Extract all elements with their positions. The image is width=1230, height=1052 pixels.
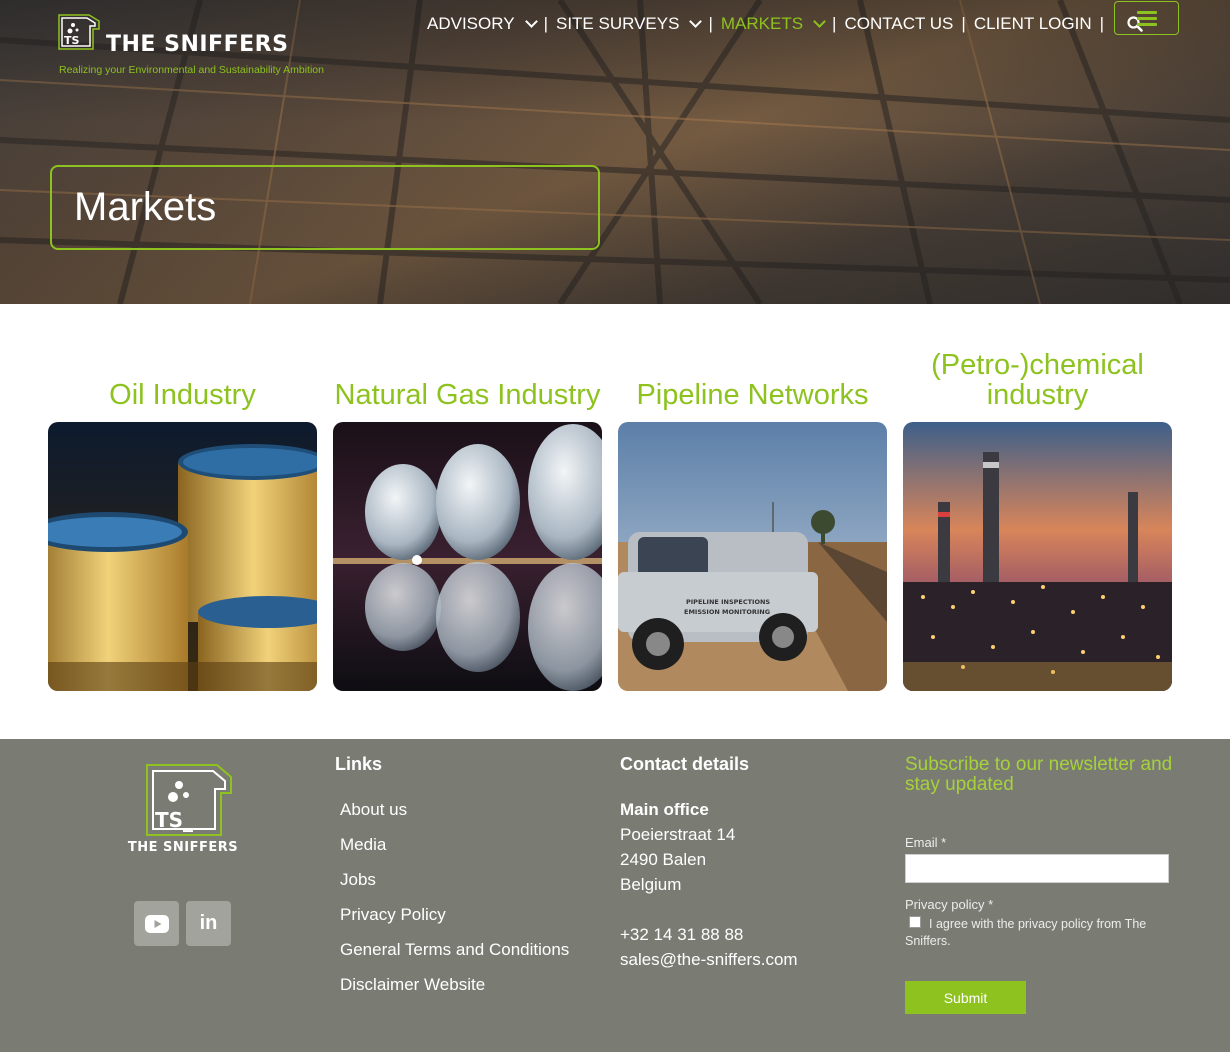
nav-separator: |: [708, 14, 713, 33]
footer-brand-name: THE SNIFFERS: [127, 840, 239, 855]
nav-label-client-login: CLIENT LOGIN: [973, 14, 1092, 33]
newsletter-title: Subscribe to our newsletter and stay upd…: [905, 754, 1173, 795]
site-logo[interactable]: TS_ THE SNIFFERS Realizing your Environm…: [56, 12, 336, 76]
contact-spacer: [620, 897, 798, 922]
nav-separator: |: [832, 14, 837, 33]
privacy-checkbox[interactable]: [909, 916, 921, 928]
office-country: Belgium: [620, 875, 682, 894]
linkedin-button[interactable]: in: [186, 901, 231, 946]
nav-separator: |: [543, 14, 548, 33]
footer: TS_ THE SNIFFERS in Links About us Media…: [0, 739, 1230, 1052]
email-label: Email *: [905, 835, 947, 850]
logo-badge-icon: TS_: [58, 14, 100, 50]
linkedin-icon: in: [199, 912, 218, 934]
office-city: 2490 Balen: [620, 850, 707, 869]
logo-badge-text: TS_: [64, 34, 85, 47]
footer-link-about-us[interactable]: About us: [340, 800, 569, 835]
footer-link-privacy-policy[interactable]: Privacy Policy: [340, 905, 569, 940]
footer-link-disclaimer[interactable]: Disclaimer Website: [340, 975, 569, 1010]
contact-phone[interactable]: +32 14 31 88 88: [620, 922, 798, 947]
nav-item-advisory[interactable]: ADVISORY: [427, 14, 538, 34]
nav-label-advisory: ADVISORY: [427, 14, 515, 33]
nav-label-contact-us: CONTACT US: [844, 14, 954, 33]
footer-link-terms[interactable]: General Terms and Conditions: [340, 940, 569, 975]
chevron-down-icon: [689, 15, 703, 28]
contact-details: Main office Poeierstraat 14 2490 Balen B…: [620, 797, 798, 972]
youtube-icon: [144, 914, 169, 933]
nav-item-client-login[interactable]: CLIENT LOGIN: [974, 14, 1092, 34]
market-card-pipeline[interactable]: Pipeline Networks PIPELINE INSPECTIONS E…: [618, 340, 887, 692]
market-image-oil[interactable]: [48, 422, 317, 691]
email-field[interactable]: [905, 854, 1169, 883]
market-title[interactable]: Oil Industry: [48, 340, 317, 410]
brand-tagline: Realizing your Environmental and Sustain…: [59, 64, 324, 76]
truck-text-line1: PIPELINE INSPECTIONS: [686, 598, 770, 606]
nav-separator: |: [961, 14, 966, 33]
market-card-natural-gas[interactable]: Natural Gas Industry: [333, 340, 602, 692]
footer-logo[interactable]: TS_ THE SNIFFERS: [113, 763, 253, 858]
footer-logo-badge-icon: TS_: [146, 764, 232, 836]
page-title: Markets: [74, 185, 217, 229]
hamburger-icon-bar: [1136, 16, 1157, 20]
truck-text-line2: EMISSION MONITORING: [684, 608, 770, 616]
nav-label-markets: MARKETS: [720, 14, 804, 33]
hamburger-icon-bar: [1136, 10, 1157, 14]
chevron-down-icon: [813, 15, 826, 28]
footer-link-media[interactable]: Media: [340, 835, 569, 870]
contact-email[interactable]: sales@the-sniffers.com: [620, 947, 798, 972]
brand-name: THE SNIFFERS: [106, 32, 289, 57]
footer-link-jobs[interactable]: Jobs: [340, 870, 569, 905]
nav-item-markets[interactable]: MARKETS: [720, 14, 826, 34]
footer-logo-badge-text: TS_: [155, 808, 193, 832]
nav-item-site-surveys[interactable]: SITE SURVEYS: [555, 14, 703, 34]
market-image-natural-gas[interactable]: [333, 422, 602, 691]
chevron-down-icon: [524, 15, 538, 28]
links-title: Links: [335, 754, 383, 774]
market-title[interactable]: (Petro-)chemical industry: [903, 340, 1172, 410]
youtube-button[interactable]: [134, 901, 179, 946]
office-street: Poeierstraat 14: [620, 825, 736, 844]
office-label: Main office: [620, 800, 709, 819]
market-image-petrochemical[interactable]: [903, 422, 1172, 691]
market-title[interactable]: Natural Gas Industry: [333, 340, 602, 410]
market-card-petrochemical[interactable]: (Petro-)chemical industry: [903, 340, 1172, 692]
nav-item-contact-us[interactable]: CONTACT US: [844, 14, 953, 34]
market-title[interactable]: Pipeline Networks: [618, 340, 887, 410]
contact-title: Contact details: [620, 754, 750, 774]
market-card-oil[interactable]: Oil Industry: [48, 340, 317, 692]
footer-links-list: About us Media Jobs Privacy Policy Gener…: [340, 800, 569, 1010]
hamburger-icon-bar: [1136, 22, 1157, 26]
nav-label-site-surveys: SITE SURVEYS: [555, 14, 680, 33]
markets-grid: Oil Industry Natural Gas Industry Pipeli…: [48, 340, 1172, 692]
privacy-agree-text: I agree with the privacy policy from The…: [905, 917, 1147, 948]
hamburger-menu-button[interactable]: [1114, 1, 1179, 35]
main-nav: ADVISORY | SITE SURVEYS | MARKETS | CONT…: [427, 12, 1144, 36]
market-image-pipeline[interactable]: PIPELINE INSPECTIONS EMISSION MONITORING: [618, 422, 887, 691]
nav-separator: |: [1099, 14, 1105, 33]
submit-button[interactable]: Submit: [905, 981, 1026, 1014]
privacy-label: Privacy policy *: [905, 897, 994, 912]
page-title-box: Markets: [50, 165, 600, 250]
